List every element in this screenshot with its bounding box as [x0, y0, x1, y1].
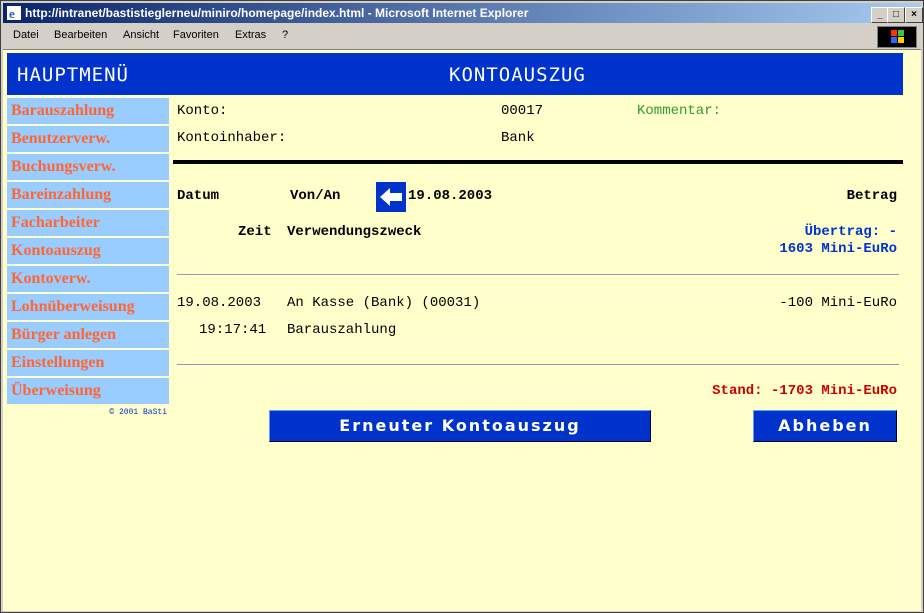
menu-bearbeiten[interactable]: Bearbeiten: [54, 29, 107, 41]
sidebar-item-barauszahlung[interactable]: Barauszahlung: [7, 98, 169, 124]
kommentar-label: Kommentar:: [637, 103, 722, 119]
svg-text:e: e: [9, 6, 15, 20]
entry-amount: -100 Mini-EuRo: [779, 295, 897, 311]
entry-purpose: Barauszahlung: [287, 322, 397, 338]
konto-value: 00017: [501, 103, 544, 119]
col-datum: Datum: [177, 188, 220, 204]
browser-window: e http://intranet/bastistieglerneu/minir…: [0, 0, 924, 613]
kontoinhaber-value: Bank: [501, 130, 535, 146]
page-header: HAUPTMENÜ KONTOAUSZUG: [7, 53, 903, 95]
col-zeit: Zeit: [238, 224, 272, 240]
close-button[interactable]: ×: [905, 7, 923, 23]
menu-extras[interactable]: Extras: [235, 29, 266, 41]
uebertrag-line2: 1603 Mini-EuRo: [779, 241, 897, 257]
page-title: KONTOAUSZUG: [449, 64, 586, 86]
page-content: HAUPTMENÜ KONTOAUSZUG Barauszahlung Benu…: [3, 49, 921, 611]
sidebar-item-facharbeiter[interactable]: Facharbeiter: [7, 210, 169, 236]
sidebar-nav: Barauszahlung Benutzerverw. Buchungsverw…: [7, 98, 169, 417]
sidebar-item-ueberweisung[interactable]: Überweisung: [7, 378, 169, 404]
menu-datei[interactable]: Datei: [13, 29, 39, 41]
maximize-button[interactable]: □: [887, 7, 905, 23]
section-divider: [173, 160, 903, 164]
sidebar-item-benutzerverw[interactable]: Benutzerverw.: [7, 126, 169, 152]
sidebar-item-lohnueberweisung[interactable]: Lohnüberweisung: [7, 294, 169, 320]
sidebar-item-bareinzahlung[interactable]: Bareinzahlung: [7, 182, 169, 208]
window-title: http://intranet/bastistieglerneu/miniro/…: [25, 6, 529, 20]
divider-top: [177, 274, 899, 276]
balance-stand: Stand: -1703 Mini-EuRo: [712, 383, 897, 399]
menu-help[interactable]: ?: [282, 29, 288, 41]
windows-logo-icon: [877, 26, 917, 48]
entry-party: An Kasse (Bank) (00031): [287, 295, 481, 311]
ie-icon: e: [7, 6, 21, 20]
menu-bar: Datei Bearbeiten Ansicht Favoriten Extra…: [3, 25, 921, 48]
arrow-left-icon: [380, 188, 402, 206]
sidebar-item-einstellungen[interactable]: Einstellungen: [7, 350, 169, 376]
sidebar-item-kontoauszug[interactable]: Kontoauszug: [7, 238, 169, 264]
withdraw-button[interactable]: Abheben: [753, 410, 897, 442]
kontoinhaber-label: Kontoinhaber:: [177, 130, 287, 146]
entry-date: 19.08.2003: [177, 295, 262, 311]
divider-bottom: [177, 364, 899, 366]
menu-favoriten[interactable]: Favoriten: [173, 29, 219, 41]
uebertrag-line1: Übertrag: -: [804, 224, 897, 240]
sidebar-item-buchungsverw[interactable]: Buchungsverw.: [7, 154, 169, 180]
refresh-statement-button[interactable]: Erneuter Kontoauszug: [269, 410, 651, 442]
statement-date: 19.08.2003: [408, 188, 493, 204]
entry-time: 19:17:41: [199, 322, 267, 338]
title-bar: e http://intranet/bastistieglerneu/minir…: [3, 3, 923, 23]
previous-date-button[interactable]: [376, 182, 406, 212]
copyright-notice: © 2001 BaSti: [109, 408, 167, 417]
sidebar-item-buerger-anlegen[interactable]: Bürger anlegen: [7, 322, 169, 348]
main-menu-title: HAUPTMENÜ: [17, 64, 129, 86]
konto-label: Konto:: [177, 103, 228, 119]
sidebar-item-kontoverw[interactable]: Kontoverw.: [7, 266, 169, 292]
col-vonan: Von/An: [290, 188, 341, 204]
menu-ansicht[interactable]: Ansicht: [123, 29, 159, 41]
col-betrag: Betrag: [846, 188, 897, 204]
col-verwendungszweck: Verwendungszweck: [287, 224, 422, 240]
